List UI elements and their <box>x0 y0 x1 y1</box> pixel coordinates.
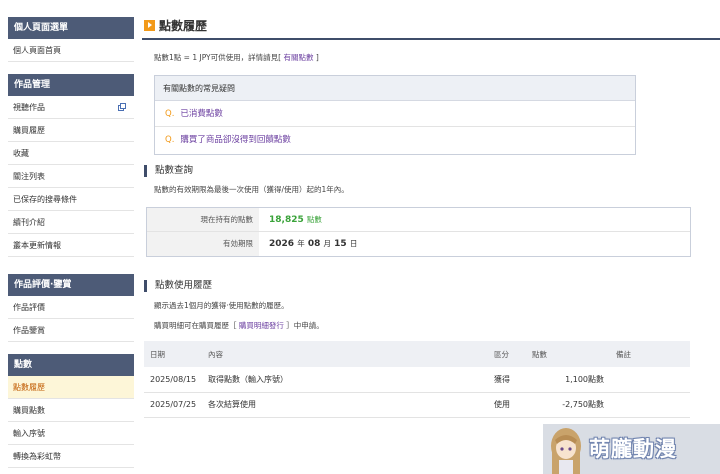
main-content: 點數履歷 點數1點 = 1 JPY可供使用，詳情請見[ 有關點數 ] 有關點數的… <box>142 0 720 474</box>
sidebar-item-work-appreciation[interactable]: 作品鑒賞 <box>8 319 134 342</box>
sidebar-group-points: 點數 點數履歷 購買點數 輸入序號 轉換為彩虹幣 <box>8 354 134 468</box>
issue-invoice-link[interactable]: 購買明細發行 <box>239 321 284 330</box>
col-date: 日期 <box>144 341 202 367</box>
faq-header: 有關點數的常見疑問 <box>155 76 635 101</box>
sidebar-item-saved-searches[interactable]: 已保存的搜尋條件 <box>8 188 134 211</box>
faq-box: 有關點數的常見疑問 Q. 已消費點數 Q. 購買了商品卻沒得到回饋點數 <box>154 75 636 155</box>
watermark-logo: 萌朧動漫 <box>543 424 720 474</box>
sidebar-group-reviews: 作品評價·鑒賞 作品評價 作品鑒賞 <box>8 274 134 342</box>
watermark-text: 萌朧動漫 <box>589 437 677 461</box>
sidebar-item-enter-code[interactable]: 輸入序號 <box>8 422 134 445</box>
points-balance-table: 現在持有的點數 18,825 點數 有効期限 2026 年 08 月 15 日 <box>146 207 691 257</box>
sidebar-item-label: 視聽作品 <box>13 103 45 112</box>
current-points-value: 18,825 點數 <box>259 208 322 231</box>
sidebar-group-works: 作品管理 視聽作品 購買履歷 收藏 關注列表 已保存的搜尋條件 續刊介紹 叢本更… <box>8 74 134 257</box>
current-points-unit: 點數 <box>306 215 322 224</box>
sidebar-item-favorites[interactable]: 收藏 <box>8 142 134 165</box>
page-title: 點數履歷 <box>159 19 208 33</box>
sidebar-item-work-reviews[interactable]: 作品評價 <box>8 296 134 319</box>
row-content: 取得點數（輸入序號） <box>202 367 488 393</box>
intro-text: 點數1點 = 1 JPY可供使用，詳情請見[ <box>154 53 282 62</box>
sidebar-item-updates[interactable]: 叢本更新情報 <box>8 234 134 257</box>
sidebar-item-follow-list[interactable]: 關注列表 <box>8 165 134 188</box>
faq-item-used-points[interactable]: Q. 已消費點數 <box>155 101 635 127</box>
external-window-icon <box>118 103 126 111</box>
month-unit: 月 <box>323 239 332 248</box>
current-points-number: 18,825 <box>269 215 304 225</box>
sidebar-header-personal: 個人頁面選單 <box>8 17 134 39</box>
anime-girl-icon <box>551 428 581 474</box>
sidebar-item-point-history[interactable]: 點數履歷 <box>8 376 134 399</box>
expiry-year: 2026 <box>269 239 295 249</box>
faq-item-label: 購買了商品卻沒得到回饋點數 <box>180 135 291 145</box>
sidebar-item-purchase-history[interactable]: 購買履歷 <box>8 119 134 142</box>
row-date: 2025/08/15 <box>144 367 202 393</box>
sidebar-header-reviews: 作品評價·鑒賞 <box>8 274 134 296</box>
sidebar-item-view-works[interactable]: 視聽作品 <box>8 96 134 119</box>
row-points: -2,750點數 <box>526 392 610 418</box>
row-date: 2025/07/25 <box>144 392 202 418</box>
history-section-title: 點數使用履歷 <box>144 280 212 292</box>
arrow-play-icon <box>144 20 155 31</box>
table-row: 2025/07/25 各次結算使用 使用 -2,750點數 <box>144 392 690 418</box>
page-title-bar: 點數履歷 <box>142 16 720 40</box>
invoice-note-text: 購買明細可在購買履歷［ <box>154 321 237 330</box>
points-intro: 點數1點 = 1 JPY可供使用，詳情請見[ 有關點數 ] <box>154 52 319 63</box>
invoice-note-suffix: ］中申請。 <box>286 321 324 330</box>
expiry-value: 2026 年 08 月 15 日 <box>259 232 357 256</box>
sidebar-header-works: 作品管理 <box>8 74 134 96</box>
sidebar-group-personal: 個人頁面選單 個人頁面首頁 <box>8 17 134 62</box>
col-points: 點數 <box>526 341 610 367</box>
balance-description: 點數的有效期限為最後一次使用（獲得/使用）起的1年內。 <box>154 185 349 194</box>
row-content: 各次結算使用 <box>202 392 488 418</box>
table-header-row: 日期 內容 區分 點數 備註 <box>144 341 690 367</box>
history-description: 顯示過去1個月的獲得·使用點數的履歷。 <box>154 301 289 310</box>
sidebar-item-buy-points[interactable]: 購買點數 <box>8 399 134 422</box>
table-row: 2025/08/15 取得點數（輸入序號） 獲得 1,100點數 <box>144 367 690 393</box>
col-note: 備註 <box>610 341 690 367</box>
day-unit: 日 <box>349 239 358 248</box>
year-unit: 年 <box>297 239 305 248</box>
faq-item-missing-rewards[interactable]: Q. 購買了商品卻沒得到回饋點數 <box>155 127 635 153</box>
row-note <box>610 392 690 418</box>
points-history-table: 日期 內容 區分 點數 備註 2025/08/15 取得點數（輸入序號） 獲得 … <box>144 341 690 418</box>
faq-item-label: 已消費點數 <box>180 109 223 119</box>
current-points-label: 現在持有的點數 <box>147 208 259 231</box>
current-points-row: 現在持有的點數 18,825 點數 <box>147 208 690 232</box>
sidebar-header-points: 點數 <box>8 354 134 376</box>
expiry-day: 15 <box>334 239 347 249</box>
col-type: 區分 <box>488 341 526 367</box>
sidebar: 個人頁面選單 個人頁面首頁 作品管理 視聽作品 購買履歷 收藏 關注列表 已保存… <box>0 0 134 474</box>
expiry-month: 08 <box>307 239 321 249</box>
row-note <box>610 367 690 393</box>
faq-q-mark: Q. <box>165 135 175 145</box>
about-points-link[interactable]: 有關點數 <box>283 53 313 62</box>
col-content: 內容 <box>202 341 488 367</box>
expiry-label: 有効期限 <box>147 232 259 256</box>
balance-section-title: 點數查詢 <box>144 165 193 177</box>
expiry-row: 有効期限 2026 年 08 月 15 日 <box>147 232 690 256</box>
invoice-note: 購買明細可在購買履歷［ 購買明細發行 ］中申請。 <box>154 320 324 331</box>
sidebar-item-convert-coins[interactable]: 轉換為彩虹幣 <box>8 445 134 468</box>
row-type: 使用 <box>488 392 526 418</box>
intro-suffix: ] <box>315 53 319 62</box>
sidebar-item-series[interactable]: 續刊介紹 <box>8 211 134 234</box>
row-type: 獲得 <box>488 367 526 393</box>
sidebar-item-personal-home[interactable]: 個人頁面首頁 <box>8 39 134 62</box>
row-points: 1,100點數 <box>526 367 610 393</box>
faq-q-mark: Q. <box>165 109 175 119</box>
